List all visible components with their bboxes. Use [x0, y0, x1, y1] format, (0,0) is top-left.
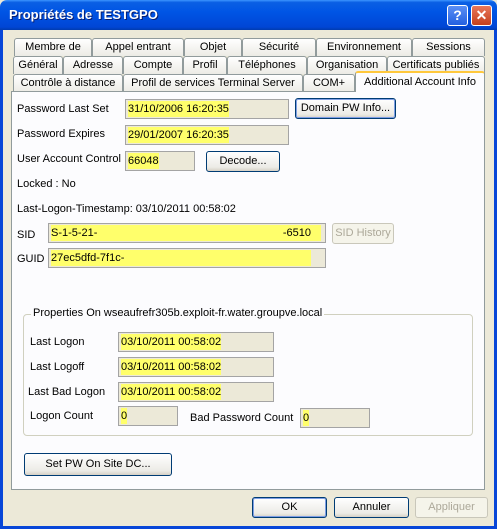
password-last-set-value: 31/10/2006 16:20:35 — [128, 101, 229, 117]
tab-environnement[interactable]: Environnement — [316, 38, 412, 56]
ok-button[interactable]: OK — [252, 497, 327, 518]
password-last-set-field[interactable]: 31/10/2006 16:20:35 — [125, 99, 289, 119]
password-expires-label: Password Expires — [17, 128, 106, 140]
decode-button[interactable]: Decode... — [206, 151, 280, 172]
tab-terminal-server[interactable]: Profil de services Terminal Server — [123, 74, 303, 92]
password-expires-field[interactable]: 29/01/2007 16:20:35 — [125, 125, 289, 145]
logon-count-value: 0 — [121, 408, 128, 424]
last-bad-logon-value: 03/10/2011 00:58:02 — [121, 384, 222, 400]
tab-profil[interactable]: Profil — [183, 56, 227, 74]
tab-adresse[interactable]: Adresse — [63, 56, 123, 74]
last-logoff-value: 03/10/2011 00:58:02 — [121, 359, 222, 375]
tab-appel-entrant[interactable]: Appel entrant — [92, 38, 184, 56]
guid-field[interactable]: 27ec5dfd-7f1c- — [48, 248, 326, 268]
sid-value-suffix: -6510 — [282, 227, 311, 239]
tab-compte[interactable]: Compte — [123, 56, 183, 74]
password-last-set-label: Password Last Set — [17, 103, 109, 115]
sid-highlight: S-1-5-21- -6510 — [51, 225, 321, 241]
guid-value: 27ec5dfd-7f1c- — [51, 250, 311, 266]
logon-count-label: Logon Count — [30, 410, 93, 422]
uac-value: 66048 — [128, 153, 159, 169]
window-title: Propriétés de TESTGPO — [9, 7, 158, 22]
uac-field[interactable]: 66048 — [125, 151, 195, 171]
tab-additional-account-info[interactable]: Additional Account Info — [355, 71, 485, 92]
tab-com-plus[interactable]: COM+ — [303, 74, 355, 92]
domain-pw-info-button[interactable]: Domain PW Info... — [295, 98, 396, 119]
tab-panel: Password Last Set 31/10/2006 16:20:35 Do… — [11, 91, 485, 490]
tab-objet[interactable]: Objet — [184, 38, 242, 56]
tab-telephones[interactable]: Téléphones — [227, 56, 307, 74]
bad-password-count-field[interactable]: 0 — [300, 408, 370, 428]
properties-group-title: Properties On wseaufrefr305b.exploit-fr.… — [31, 307, 325, 319]
guid-label: GUID — [17, 253, 45, 265]
last-logon-field[interactable]: 03/10/2011 00:58:02 — [118, 332, 274, 352]
bad-password-count-label: Bad Password Count — [190, 412, 294, 424]
last-bad-logon-label: Last Bad Logon — [28, 386, 106, 398]
sid-value-prefix: S-1-5-21- — [51, 227, 98, 239]
title-bar: Propriétés de TESTGPO ? ✕ — [0, 0, 497, 30]
tab-general[interactable]: Général — [13, 56, 63, 74]
close-button[interactable]: ✕ — [471, 5, 492, 26]
help-button[interactable]: ? — [447, 5, 468, 26]
tab-membre-de[interactable]: Membre de — [14, 38, 92, 56]
tab-controle-a-distance[interactable]: Contrôle à distance — [13, 74, 123, 92]
last-logon-label: Last Logon — [30, 336, 85, 348]
last-logoff-label: Last Logoff — [30, 361, 85, 373]
last-logon-value: 03/10/2011 00:58:02 — [121, 334, 222, 350]
password-expires-value: 29/01/2007 16:20:35 — [128, 127, 229, 143]
last-logon-timestamp: Last-Logon-Timestamp: 03/10/2011 00:58:0… — [17, 203, 236, 215]
last-bad-logon-field[interactable]: 03/10/2011 00:58:02 — [118, 382, 274, 402]
sid-label: SID — [17, 229, 36, 241]
logon-count-field[interactable]: 0 — [118, 406, 178, 426]
uac-label: User Account Control — [17, 153, 121, 165]
sid-field[interactable]: S-1-5-21- -6510 — [48, 223, 326, 243]
locked-status: Locked : No — [17, 178, 76, 190]
last-logoff-field[interactable]: 03/10/2011 00:58:02 — [118, 357, 274, 377]
cancel-button[interactable]: Annuler — [334, 497, 409, 518]
sid-history-button[interactable]: SID History — [332, 223, 394, 244]
tab-sessions[interactable]: Sessions — [412, 38, 485, 56]
set-pw-on-site-dc-button[interactable]: Set PW On Site DC... — [24, 453, 172, 476]
properties-group: Properties On wseaufrefr305b.exploit-fr.… — [23, 307, 473, 436]
tab-securite[interactable]: Sécurité — [242, 38, 316, 56]
bad-password-count-value: 0 — [303, 410, 310, 426]
window-frame-left — [0, 30, 3, 529]
apply-button[interactable]: Appliquer — [415, 497, 488, 518]
